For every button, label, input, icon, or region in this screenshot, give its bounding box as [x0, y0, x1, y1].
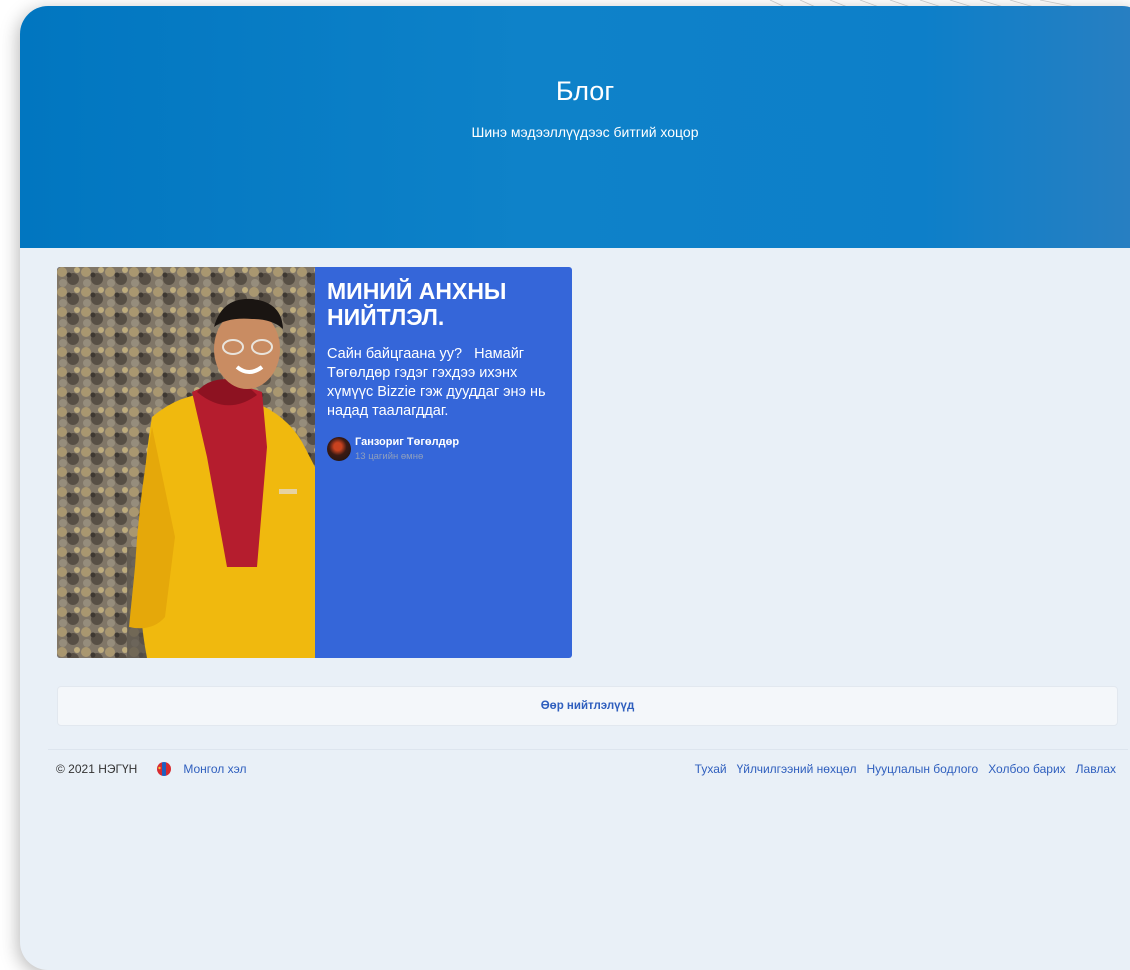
post-time: 13 цагийн өмнө [355, 451, 424, 462]
footer-link-terms[interactable]: Үйлчилгээний нөхцөл [737, 762, 857, 776]
author-name: Ганзориг Төгөлдөр [355, 436, 460, 448]
footer-links: Тухай Үйлчилгээний нөхцөл Нууцлалын бодл… [695, 762, 1116, 776]
post-card-body: МИНИЙ АНХНЫ НИЙТЛЭЛ. Сайн байцгаана уу? … [315, 267, 572, 658]
post-excerpt: Сайн байцгаана уу? Намайг Төгөлдөр гэдэг… [327, 346, 550, 419]
footer-link-about[interactable]: Тухай [695, 762, 727, 776]
post-cover-image[interactable] [57, 267, 315, 658]
footer-link-privacy[interactable]: Нууцлалын бодлого [867, 762, 979, 776]
page-subtitle: Шинэ мэдээллүүдээс битгий хоцор [471, 124, 699, 140]
copyright-text: © 2021 НЭГҮН [56, 762, 138, 776]
post-title[interactable]: МИНИЙ АНХНЫ НИЙТЛЭЛ. [327, 278, 562, 330]
browser-window: Блог Шинэ мэдээллүүдээс битгий хоцор МИН… [20, 6, 1130, 970]
author-avatar [327, 437, 351, 461]
footer-link-directory[interactable]: Лавлах [1076, 762, 1116, 776]
language-selector[interactable]: Монгол хэл [183, 762, 246, 776]
page-title: Блог [555, 76, 615, 106]
footer-left: © 2021 НЭГҮН Монгол хэл [56, 762, 247, 776]
footer-divider [48, 749, 1128, 750]
more-posts-button[interactable]: Өөр нийтлэлүүд [57, 686, 1118, 726]
mongolia-flag-icon[interactable] [157, 762, 172, 776]
post-card[interactable]: МИНИЙ АНХНЫ НИЙТЛЭЛ. Сайн байцгаана уу? … [57, 267, 572, 658]
footer-link-contact[interactable]: Холбоо барих [988, 762, 1065, 776]
hero-banner: Блог Шинэ мэдээллүүдээс битгий хоцор [20, 6, 1130, 248]
